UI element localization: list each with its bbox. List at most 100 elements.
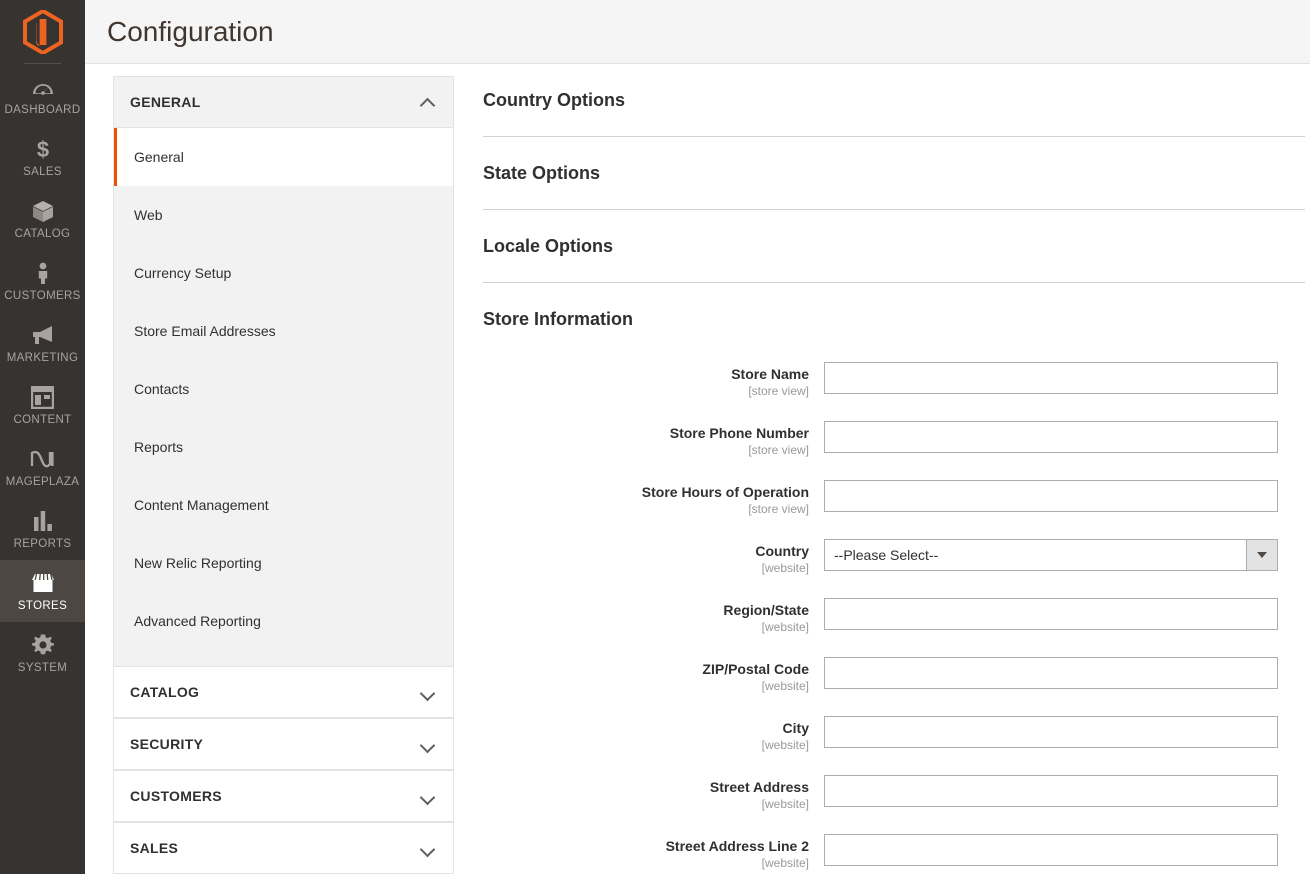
- field-control-wrap: [824, 716, 1278, 748]
- config-section-title: SECURITY: [130, 736, 204, 752]
- field-label: Store Phone Number: [669, 425, 809, 441]
- field-row-store-hours-of-operation: Store Hours of Operation [store view]: [483, 480, 1305, 517]
- config-nav-item-new-relic-reporting[interactable]: New Relic Reporting: [114, 534, 453, 592]
- config-section-catalog[interactable]: CATALOG: [114, 666, 453, 718]
- config-nav-item-web[interactable]: Web: [114, 186, 453, 244]
- magento-logo-icon: [22, 10, 63, 54]
- sidebar-item-content[interactable]: CONTENT: [0, 374, 85, 436]
- config-section-general[interactable]: GENERAL: [114, 76, 453, 128]
- street-address-input[interactable]: [824, 775, 1278, 807]
- sidebar-item-mageplaza[interactable]: MAGEPLAZA: [0, 436, 85, 498]
- field-scope: [store view]: [748, 502, 809, 516]
- street-address-line-2-input[interactable]: [824, 834, 1278, 866]
- config-nav-item-content-management[interactable]: Content Management: [114, 476, 453, 534]
- config-nav-item-label: Contacts: [134, 381, 190, 397]
- config-nav-item-label: General: [134, 149, 184, 165]
- content-section-title[interactable]: Locale Options: [483, 236, 1305, 257]
- config-nav-item-label: Advanced Reporting: [134, 613, 261, 629]
- zip-postal-code-input[interactable]: [824, 657, 1278, 689]
- body-area: GENERAL General Web Currency Setup Store…: [85, 64, 1310, 874]
- sidebar-item-reports[interactable]: REPORTS: [0, 498, 85, 560]
- field-scope: [store view]: [748, 384, 809, 398]
- field-scope: [website]: [761, 797, 809, 811]
- magento-logo[interactable]: [0, 0, 85, 64]
- chevron-down-icon: [421, 685, 435, 699]
- country-select-value[interactable]: --Please Select--: [824, 539, 1278, 571]
- sidebar-item-customers[interactable]: CUSTOMERS: [0, 250, 85, 312]
- store-hours-of-operation-input[interactable]: [824, 480, 1278, 512]
- config-section-security[interactable]: SECURITY: [114, 718, 453, 770]
- config-nav-item-reports[interactable]: Reports: [114, 418, 453, 476]
- config-nav-item-label: Currency Setup: [134, 265, 232, 281]
- config-section-title: CATALOG: [130, 684, 200, 700]
- svg-text:$: $: [36, 137, 48, 161]
- field-scope: [website]: [761, 561, 809, 575]
- country-select[interactable]: --Please Select--: [824, 539, 1278, 571]
- content-section-country-options[interactable]: Country Options: [483, 64, 1305, 137]
- sidebar-item-system[interactable]: SYSTEM: [0, 622, 85, 684]
- field-label-wrap: Store Name [store view]: [483, 362, 824, 399]
- field-row-street-address-line-2: Street Address Line 2 [website]: [483, 834, 1305, 871]
- field-label-wrap: Region/State [website]: [483, 598, 824, 635]
- sidebar-item-dashboard[interactable]: DASHBOARD: [0, 64, 85, 126]
- sidebar-item-label: REPORTS: [13, 538, 72, 550]
- sidebar-item-catalog[interactable]: CATALOG: [0, 188, 85, 250]
- config-nav-item-contacts[interactable]: Contacts: [114, 360, 453, 418]
- field-label-wrap: Country [website]: [483, 539, 824, 576]
- field-scope: [website]: [761, 620, 809, 634]
- content-section-locale-options[interactable]: Locale Options: [483, 210, 1305, 283]
- content-section-title[interactable]: Country Options: [483, 90, 1305, 111]
- dashboard-gauge-icon: [31, 75, 55, 99]
- city-input[interactable]: [824, 716, 1278, 748]
- field-control-wrap: [824, 598, 1278, 630]
- config-nav-item-label: Store Email Addresses: [134, 323, 276, 339]
- sidebar-item-marketing[interactable]: MARKETING: [0, 312, 85, 374]
- field-label-wrap: Street Address [website]: [483, 775, 824, 812]
- sidebar-item-label: MARKETING: [6, 352, 79, 364]
- config-nav-item-general[interactable]: General: [114, 128, 453, 186]
- config-nav-item-currency-setup[interactable]: Currency Setup: [114, 244, 453, 302]
- config-section-sales[interactable]: SALES: [114, 822, 453, 874]
- config-nav-item-advanced-reporting[interactable]: Advanced Reporting: [114, 592, 453, 650]
- megaphone-icon: [30, 323, 56, 347]
- field-scope: [store view]: [748, 443, 809, 457]
- sidebar-item-label: STORES: [17, 600, 68, 612]
- admin-sidebar: DASHBOARD $ SALES CATALOG CUSTOMERS MARK…: [0, 0, 85, 874]
- region-state-input[interactable]: [824, 598, 1278, 630]
- store-information-fieldset: Store Name [store view] Store Phone Numb…: [483, 330, 1305, 874]
- field-scope: [website]: [761, 738, 809, 752]
- layout-page-icon: [31, 385, 54, 409]
- store-name-input[interactable]: [824, 362, 1278, 394]
- chevron-up-icon: [421, 95, 435, 109]
- config-content: Country Options State Options Locale Opt…: [454, 64, 1310, 874]
- page-title: Configuration: [107, 15, 274, 47]
- field-row-store-name: Store Name [store view]: [483, 362, 1305, 399]
- config-nav-item-label: Reports: [134, 439, 184, 455]
- field-row-region-state: Region/State [website]: [483, 598, 1305, 635]
- chevron-down-icon: [421, 789, 435, 803]
- config-nav-panel: GENERAL General Web Currency Setup Store…: [85, 64, 454, 874]
- config-section-title: GENERAL: [130, 94, 201, 110]
- content-section-store-information[interactable]: Store Information: [483, 283, 1305, 330]
- sidebar-item-sales[interactable]: $ SALES: [0, 126, 85, 188]
- chevron-down-icon[interactable]: [1246, 540, 1277, 570]
- content-section-state-options[interactable]: State Options: [483, 137, 1305, 210]
- mageplaza-icon: [30, 447, 56, 471]
- content-section-title[interactable]: State Options: [483, 163, 1305, 184]
- box-icon: [31, 199, 55, 223]
- content-section-title[interactable]: Store Information: [483, 309, 1305, 330]
- store-phone-number-input[interactable]: [824, 421, 1278, 453]
- config-nav-item-store-email-addresses[interactable]: Store Email Addresses: [114, 302, 453, 360]
- sidebar-item-label: SYSTEM: [17, 662, 68, 674]
- config-nav-item-label: Content Management: [134, 497, 269, 513]
- field-label: Street Address: [709, 779, 809, 795]
- field-row-country: Country [website] --Please Select--: [483, 539, 1305, 576]
- config-section-customers[interactable]: CUSTOMERS: [114, 770, 453, 822]
- person-icon: [31, 261, 55, 285]
- field-control-wrap: [824, 480, 1278, 512]
- field-scope: [website]: [761, 679, 809, 693]
- sidebar-item-stores[interactable]: STORES: [0, 560, 85, 622]
- field-label-wrap: ZIP/Postal Code [website]: [483, 657, 824, 694]
- field-label-wrap: Street Address Line 2 [website]: [483, 834, 824, 871]
- field-control-wrap: [824, 657, 1278, 689]
